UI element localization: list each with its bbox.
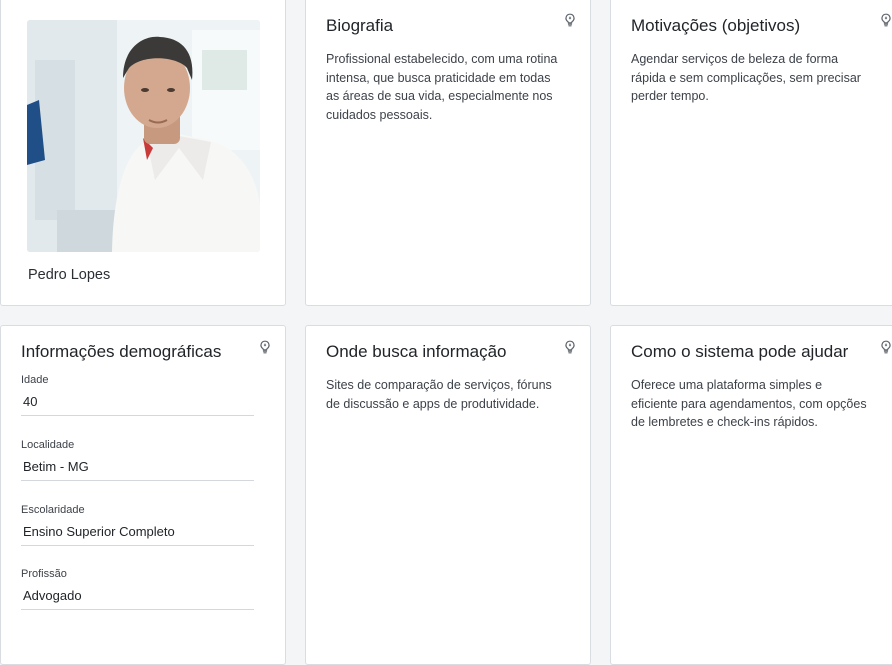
info-sources-card: Onde busca informação Sites de comparaçã… [305,325,591,665]
demographics-card: Informações demográficas Idade 40 Locali… [0,325,286,665]
persona-name: Pedro Lopes [28,267,111,283]
lightbulb-icon[interactable] [564,340,576,354]
lightbulb-icon[interactable] [259,340,271,354]
field-label: Idade [21,374,49,386]
motivations-text: Agendar serviços de beleza de forma rápi… [631,52,861,103]
field-label: Profissão [21,568,67,580]
field-age: Idade 40 [21,374,254,416]
biography-text: Profissional estabelecido, com uma rotin… [326,52,558,122]
demographics-title: Informações demográficas [21,342,222,361]
system-help-title: Como o sistema pode ajudar [631,342,849,361]
motivations-title: Motivações (objetivos) [631,16,801,35]
field-education: Escolaridade Ensino Superior Completo [21,504,254,546]
persona-card: Pedro Lopes [0,0,286,306]
system-help-card: Como o sistema pode ajudar Oferece uma p… [610,325,892,665]
location-value: Betim - MG [21,459,254,481]
biography-card: Biografia Profissional estabelecido, com… [305,0,591,306]
info-sources-text: Sites de comparação de serviços, fóruns … [326,378,552,411]
field-label: Localidade [21,439,75,451]
lightbulb-icon[interactable] [880,340,892,354]
system-help-text: Oferece uma plataforma simples e eficien… [631,378,867,429]
field-location: Localidade Betim - MG [21,439,254,481]
field-profession: Profissão Advogado [21,568,254,610]
education-value: Ensino Superior Completo [21,524,254,546]
field-label: Escolaridade [21,504,85,516]
info-sources-title: Onde busca informação [326,342,507,361]
lightbulb-icon[interactable] [564,13,576,27]
age-value: 40 [21,394,254,416]
biography-title: Biografia [326,16,394,35]
persona-photo [27,20,260,252]
motivations-card: Motivações (objetivos) Agendar serviços … [610,0,892,306]
lightbulb-icon[interactable] [880,13,892,27]
profession-value: Advogado [21,588,254,610]
